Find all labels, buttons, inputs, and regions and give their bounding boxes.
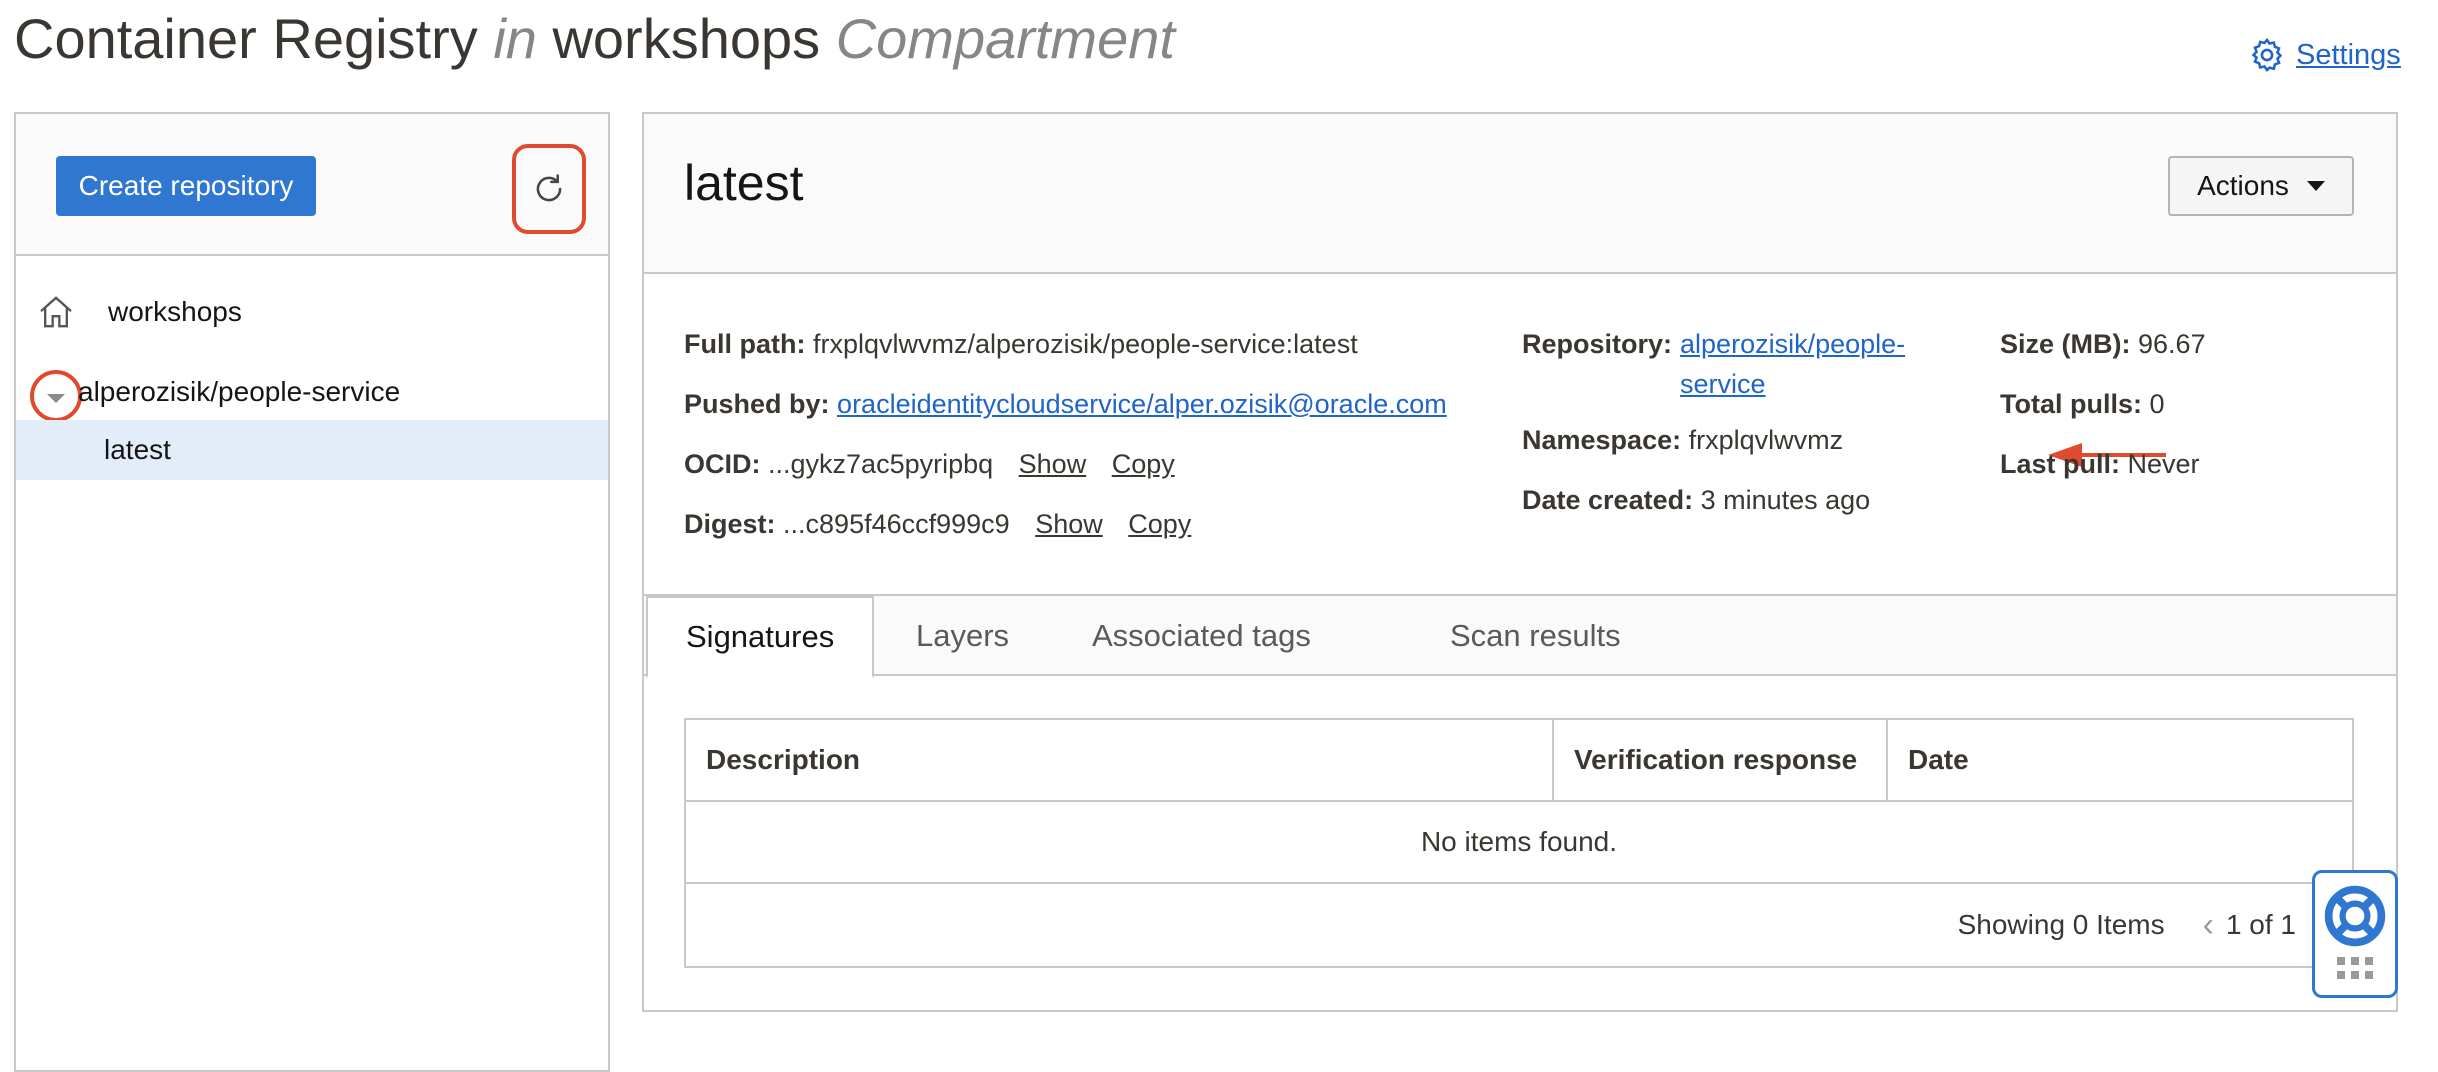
tab-associated-tags[interactable]: Associated tags [1054,596,1349,676]
pagination: Showing 0 Items ‹ 1 of 1 [686,884,2352,966]
tree-item-image-tag[interactable]: latest [16,420,608,480]
repository-list-panel: Create repository workshops alperozisik/… [14,112,610,1072]
title-compartment-word: Compartment [835,7,1175,70]
grid-dots-icon [2337,957,2373,979]
caret-down-icon [2306,181,2325,191]
refresh-icon [536,174,562,202]
date-created-value: 3 minutes ago [1700,485,1871,515]
column-header-verification-response[interactable]: Verification response [1554,720,1888,800]
full-path-value: frxplqvlwvmz/alperozisik/people-service:… [813,329,1358,359]
tree-item-image-tag-label: latest [104,434,171,465]
gear-icon [2251,37,2283,72]
tab-layers[interactable]: Layers [878,596,1047,676]
title-compartment-name: workshops [552,7,821,70]
actions-menu-button[interactable]: Actions [2168,156,2354,216]
image-info-column-1: Full path: frxplqvlwvmz/alperozisik/peop… [684,314,1447,554]
chevron-left-icon[interactable]: ‹ [2203,906,2214,945]
last-pull-label: Last pull: [2000,449,2120,479]
pushed-by-link[interactable]: oracleidentitycloudservice/alper.ozisik@… [837,389,1447,419]
settings-link[interactable]: Settings [2248,36,2401,74]
date-created-label: Date created: [1522,485,1694,515]
empty-state: No items found. [686,802,2352,884]
total-pulls-row: Total pulls: 0 [2000,374,2206,434]
ocid-row: OCID: ...gykz7ac5pyripbq Show Copy [684,434,1447,494]
image-info-column-2: Repository: alperozisik/people-service N… [1522,314,1940,530]
total-pulls-label: Total pulls: [2000,389,2142,419]
settings-label: Settings [2296,38,2401,71]
pushed-by-row: Pushed by: oracleidentitycloudservice/al… [684,374,1447,434]
digest-label: Digest: [684,509,776,539]
image-info-column-3: Size (MB): 96.67 Total pulls: 0 Last pul… [2000,314,2206,494]
image-detail-header: latest Actions [644,114,2396,274]
digest-copy-link[interactable]: Copy [1128,509,1191,539]
last-pull-row: Last pull: Never [2000,434,2206,494]
repository-label: Repository: [1522,329,1673,359]
full-path-row: Full path: frxplqvlwvmz/alperozisik/peop… [684,314,1447,374]
tree-item-repository[interactable]: alperozisik/people-service [16,362,608,422]
size-label: Size (MB): [2000,329,2131,359]
tab-scan-results[interactable]: Scan results [1412,596,1659,676]
lifebuoy-icon [2324,885,2386,947]
collapse-toggle[interactable] [30,370,82,422]
digest-row: Digest: ...c895f46ccf999c9 Show Copy [684,494,1447,554]
repository-list-toolbar: Create repository [16,114,608,256]
digest-show-link[interactable]: Show [1035,509,1103,539]
image-detail-panel: latest Actions Full path: frxplqvlwvmz/a… [642,112,2398,1012]
caret-down-icon [47,393,65,403]
ocid-value: ...gykz7ac5pyripbq [768,449,994,479]
home-icon [40,296,72,328]
tree-item-repository-label: alperozisik/people-service [78,376,401,407]
detail-tabs: Signatures Layers Associated tags Scan r… [644,594,2396,678]
signatures-table: Description Verification response Date N… [684,718,2354,968]
ocid-copy-link[interactable]: Copy [1112,449,1175,479]
page-indicator: 1 of 1 [2225,909,2296,940]
digest-value: ...c895f46ccf999c9 [783,509,1010,539]
size-value: 96.67 [2138,329,2206,359]
ocid-show-link[interactable]: Show [1019,449,1087,479]
full-path-label: Full path: [684,329,806,359]
namespace-value: frxplqvlwvmz [1688,425,1844,455]
help-widget[interactable] [2312,870,2398,998]
tab-signatures[interactable]: Signatures [646,596,875,678]
namespace-label: Namespace: [1522,425,1682,455]
tree-item-compartment[interactable]: workshops [16,282,608,342]
title-in: in [493,7,537,70]
namespace-row: Namespace: frxplqvlwvmz [1522,410,1940,470]
page-title: Container Registry in workshops Compartm… [14,6,1175,71]
tree-item-compartment-label: workshops [108,296,242,327]
refresh-button[interactable] [512,144,586,234]
size-row: Size (MB): 96.67 [2000,314,2206,374]
column-header-description[interactable]: Description [686,720,1554,800]
repository-row: Repository: alperozisik/people-service [1522,324,1940,404]
last-pull-value: Never [2127,449,2200,479]
column-header-date[interactable]: Date [1888,720,2352,800]
image-title: latest [684,155,804,211]
title-service: Container Registry [14,7,478,70]
date-created-row: Date created: 3 minutes ago [1522,470,1940,530]
pushed-by-label: Pushed by: [684,389,830,419]
table-header: Description Verification response Date [686,720,2352,802]
create-repository-button[interactable]: Create repository [56,156,316,216]
total-pulls-value: 0 [2149,389,2165,419]
ocid-label: OCID: [684,449,761,479]
actions-label: Actions [2197,170,2289,201]
repository-link[interactable]: alperozisik/people-service [1680,324,1940,404]
showing-count: Showing 0 Items [1957,909,2165,940]
